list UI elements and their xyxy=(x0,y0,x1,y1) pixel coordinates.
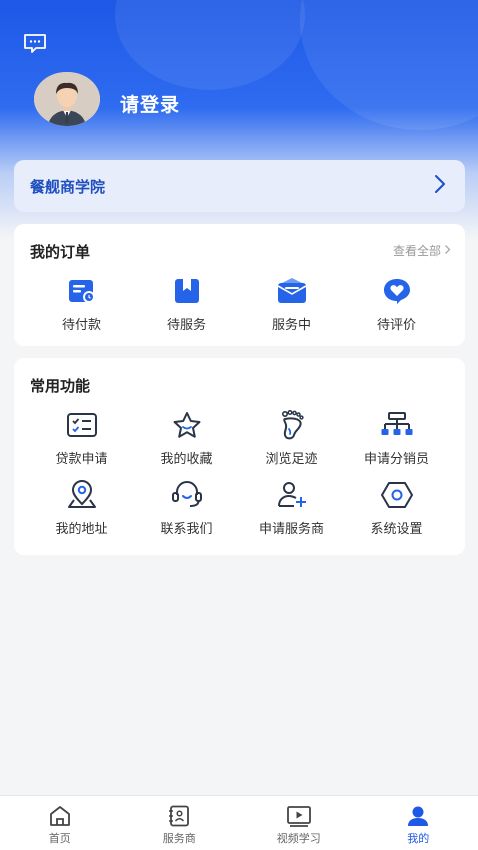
my-favorites-button[interactable]: 我的收藏 xyxy=(134,410,239,467)
add-user-icon xyxy=(239,480,344,510)
contacts-icon xyxy=(120,805,240,827)
tab-profile[interactable]: 我的 xyxy=(359,796,478,850)
tab-label: 我的 xyxy=(407,832,430,845)
function-label: 系统设置 xyxy=(370,522,423,537)
loan-application-icon xyxy=(29,410,134,440)
star-icon xyxy=(134,410,239,440)
orders-title: 我的订单 xyxy=(30,243,91,261)
browse-history-button[interactable]: 浏览足迹 xyxy=(239,409,344,467)
footprint-icon xyxy=(239,409,344,440)
academy-label: 餐舰商学院 xyxy=(30,177,106,196)
view-all-orders-link[interactable]: 查看全部 xyxy=(393,242,451,259)
message-icon[interactable] xyxy=(22,32,48,54)
chevron-right-icon xyxy=(433,174,447,198)
payment-pending-icon xyxy=(29,276,134,306)
order-label: 服务中 xyxy=(271,318,311,333)
apply-provider-button[interactable]: 申请服务商 xyxy=(239,480,344,537)
function-label: 联系我们 xyxy=(160,522,213,537)
decorative-circle xyxy=(300,0,478,130)
service-pending-icon xyxy=(134,276,239,306)
order-in-service[interactable]: 服务中 xyxy=(239,276,344,333)
login-prompt[interactable]: 请登录 xyxy=(120,90,180,117)
order-service-pending[interactable]: 待服务 xyxy=(134,276,239,333)
settings-icon xyxy=(344,480,449,510)
tab-label: 视频学习 xyxy=(276,832,321,845)
review-pending-icon xyxy=(344,276,449,306)
profile-icon xyxy=(359,805,478,827)
orders-card: 我的订单 查看全部 待付款 待服务 服务中 待评价 xyxy=(14,224,465,346)
decorative-circle xyxy=(115,0,305,90)
functions-title: 常用功能 xyxy=(30,377,91,395)
avatar[interactable] xyxy=(34,72,100,126)
loan-application-button[interactable]: 贷款申请 xyxy=(29,410,134,467)
headset-icon xyxy=(134,480,239,510)
view-all-label: 查看全部 xyxy=(392,244,441,258)
function-label: 申请服务商 xyxy=(258,522,324,537)
academy-banner[interactable]: 餐舰商学院 xyxy=(14,160,465,212)
contact-us-button[interactable]: 联系我们 xyxy=(134,480,239,537)
order-label: 待服务 xyxy=(166,318,206,333)
tab-label: 服务商 xyxy=(162,832,196,845)
function-label: 申请分销员 xyxy=(363,452,429,467)
tab-home[interactable]: 首页 xyxy=(0,796,120,850)
org-chart-icon xyxy=(344,410,449,440)
tab-label: 首页 xyxy=(48,832,71,845)
home-icon xyxy=(0,805,120,827)
function-label: 贷款申请 xyxy=(55,452,108,467)
function-label: 浏览足迹 xyxy=(265,452,318,467)
bottom-tab-bar: 首页 服务商 视频学习 我的 xyxy=(0,795,478,850)
order-review-pending[interactable]: 待评价 xyxy=(344,276,449,333)
tab-video-learning[interactable]: 视频学习 xyxy=(239,796,359,850)
order-label: 待付款 xyxy=(61,318,101,333)
system-settings-button[interactable]: 系统设置 xyxy=(344,480,449,537)
function-label: 我的收藏 xyxy=(160,452,213,467)
order-label: 待评价 xyxy=(376,318,416,333)
video-play-icon xyxy=(239,805,359,827)
tab-providers[interactable]: 服务商 xyxy=(120,796,240,850)
in-service-icon xyxy=(239,276,344,306)
location-pin-icon xyxy=(29,480,134,510)
functions-card: 常用功能 贷款申请 我的收藏 浏览足迹 申请分销员 我的地址 联系我们 申请服务… xyxy=(14,358,465,555)
apply-distributor-button[interactable]: 申请分销员 xyxy=(344,410,449,467)
my-address-button[interactable]: 我的地址 xyxy=(29,480,134,537)
function-label: 我的地址 xyxy=(55,522,108,537)
order-payment-pending[interactable]: 待付款 xyxy=(29,276,134,333)
chevron-right-small-icon xyxy=(444,244,451,258)
